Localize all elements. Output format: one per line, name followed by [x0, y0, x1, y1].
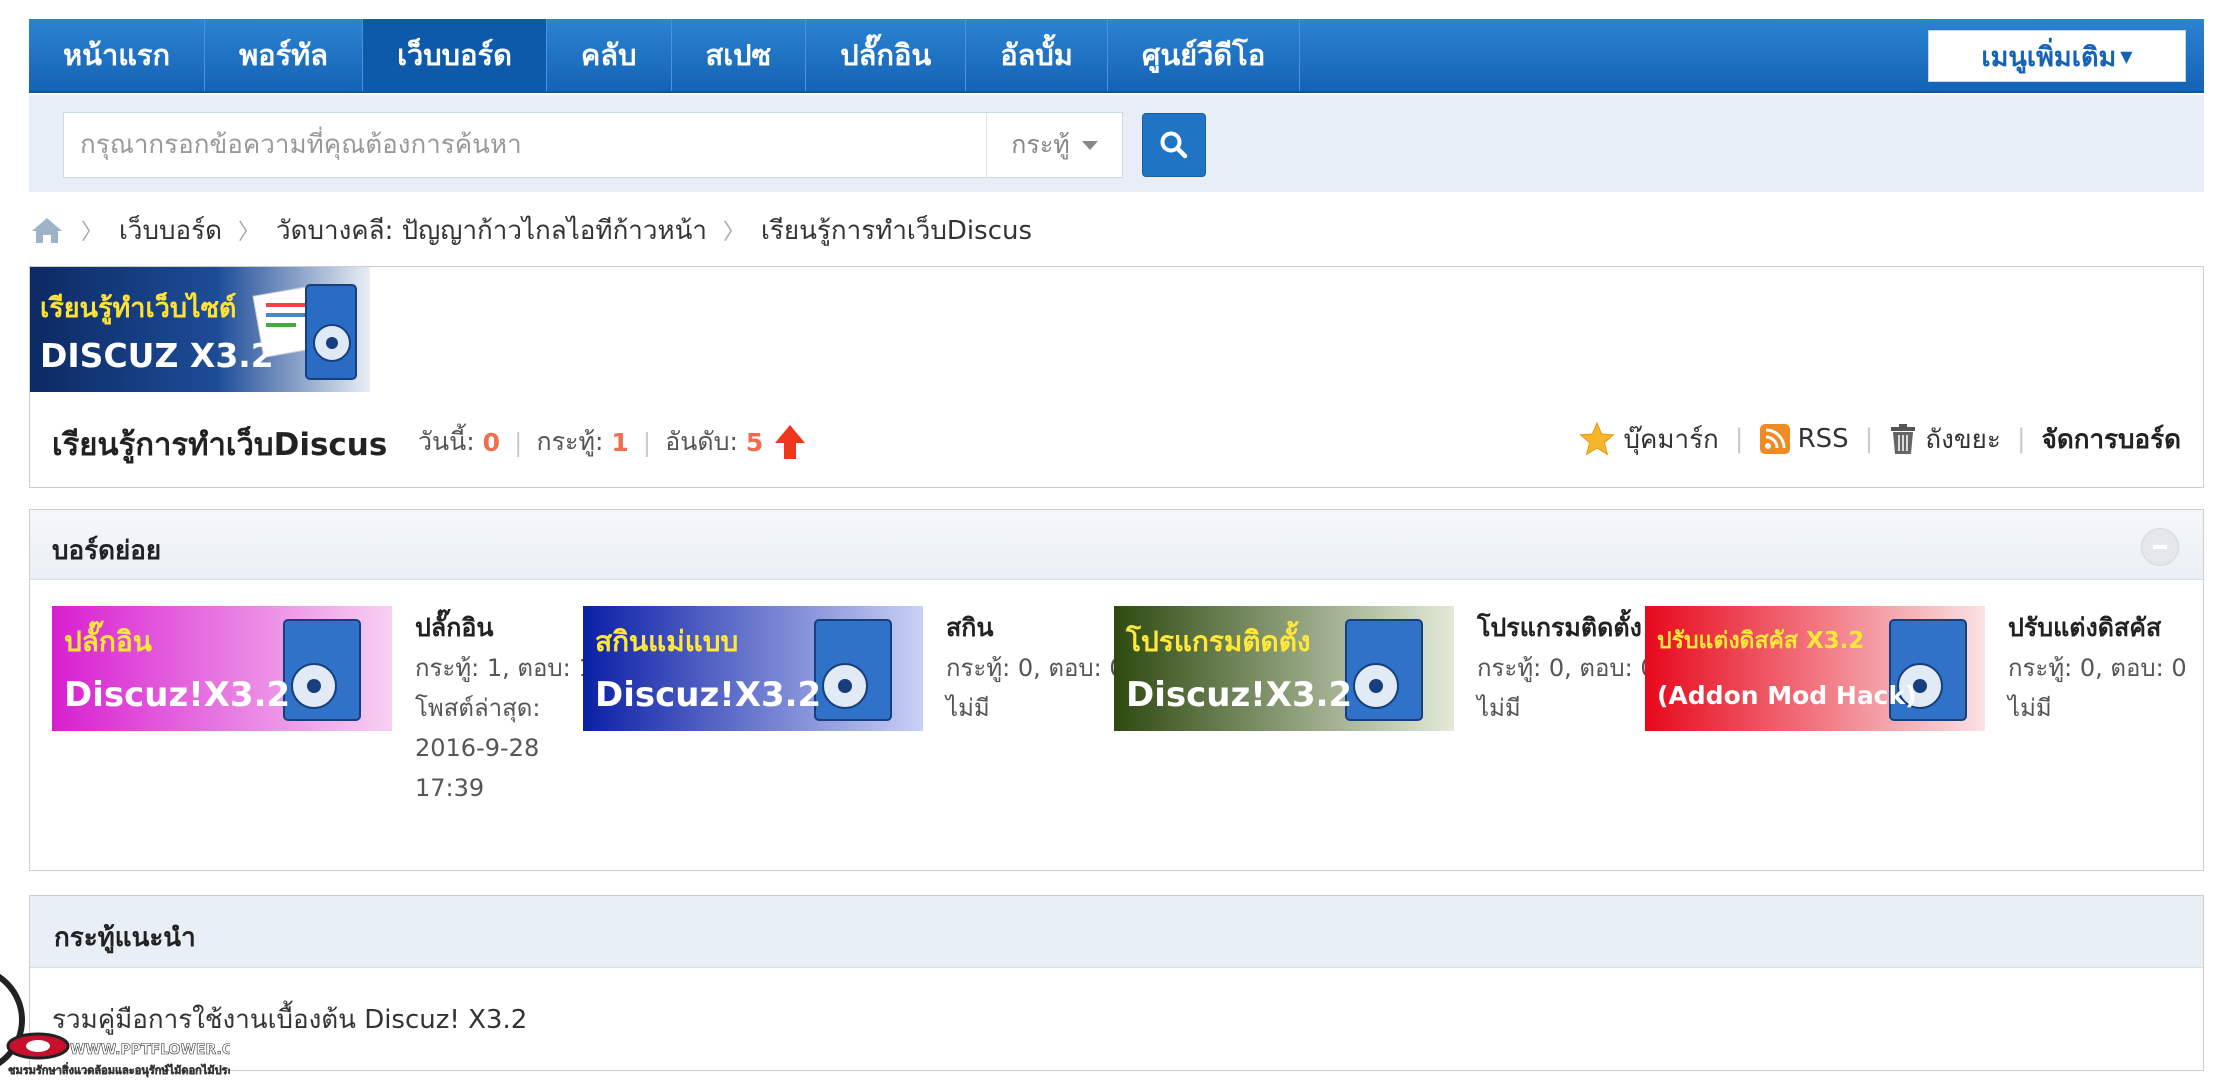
forum-actions: บุ๊คมาร์ก | RSS | ถังขยะ | จัดการบอร์ด: [1579, 417, 2181, 461]
trash-label: ถังขยะ: [1925, 424, 2001, 455]
watermark-url: WWW.PPTFLOWER.COM: [70, 1042, 230, 1058]
rank-label: อันดับ:: [665, 427, 738, 456]
trash-icon: [1891, 424, 1916, 454]
nav-item-plugin[interactable]: ปลั๊กอิน: [806, 19, 967, 91]
stat-divider: |: [514, 427, 523, 457]
more-menu-label: เมนูเพิ่มเติม: [1981, 41, 2117, 73]
site-watermark-logo: WWW.PPTFLOWER.COM ชมรมรักษาสิ่งแวดล้อมแล…: [0, 973, 230, 1078]
subboard-banner-subtitle: Discuz!X3.2: [595, 675, 821, 715]
minus-icon: [2153, 545, 2167, 549]
subboard-thumbnail[interactable]: ปลั๊กอิน Discuz!X3.2: [52, 606, 392, 731]
rss-label: RSS: [1797, 424, 1849, 454]
search-type-label: กระทู้: [1011, 130, 1070, 159]
subboard-banner-subtitle: Discuz!X3.2: [64, 675, 290, 715]
subboard-stats: กระทู้: 0, ตอบ: 0: [946, 654, 1125, 682]
threads-label: กระทู้:: [536, 427, 604, 456]
rank-up-arrow-icon: [775, 425, 806, 459]
recommended-panel: กระทู้แนะนำ รวมคู่มือการใช้งานเบื้องต้น …: [29, 895, 2204, 1071]
watermark-caption: ชมรมรักษาสิ่งแวดล้อมและอนุรักษ์ไม้ดอกไม้…: [8, 1062, 230, 1078]
star-icon: [1579, 422, 1616, 456]
today-count: 0: [482, 427, 501, 457]
subboards-header: บอร์ดย่อย: [30, 510, 2203, 580]
action-divider: |: [2016, 424, 2026, 454]
collapse-button[interactable]: [2141, 528, 2179, 566]
breadcrumb-separator: 〉: [723, 220, 746, 245]
forum-banner-line1: เรียนรู้ทำเว็บไซต์: [40, 290, 236, 325]
manage-board-link[interactable]: จัดการบอร์ด: [2042, 419, 2181, 460]
bookmark-button[interactable]: บุ๊คมาร์ก: [1579, 419, 1719, 460]
subboard-banner-title: โปรแกรมติดตั้ง: [1125, 620, 1311, 658]
threads-count: 1: [611, 427, 629, 457]
subboard-banner-title: ปรับแต่งดิสคัส X3.2: [1657, 628, 1864, 654]
breadcrumb-current[interactable]: เรียนรู้การทำเว็บDiscus: [761, 210, 1032, 251]
subboard-thumbnail[interactable]: โปรแกรมติดตั้ง Discuz!X3.2: [1114, 606, 1454, 731]
dropdown-arrow-icon: [1081, 140, 1098, 150]
subboard-banner-title: สกินแม่แบบ: [595, 625, 738, 658]
search-area: กระทู้: [29, 95, 2204, 192]
subboard-last-post: ไม่มี: [2008, 694, 2052, 722]
breadcrumb: 〉 เว็บบอร์ด 〉 วัดบางคลี: ปัญญาก้าวไกลไอท…: [29, 208, 1032, 252]
search-icon: [1160, 131, 1188, 159]
main-nav: หน้าแรก พอร์ทัล เว็บบอร์ด คลับ สเปซ ปลั๊…: [29, 19, 2204, 93]
nav-item-album[interactable]: อัลบั้ม: [966, 19, 1108, 91]
subboard-banner-title: ปลั๊กอิน: [64, 621, 152, 658]
recommended-header: กระทู้แนะนำ: [30, 896, 2203, 968]
breadcrumb-category[interactable]: วัดบางคลี: ปัญญาก้าวไกลไอทีก้าวหน้า: [276, 210, 707, 251]
more-menu-button[interactable]: เมนูเพิ่มเติม ▼: [1928, 30, 2186, 82]
rss-button[interactable]: RSS: [1759, 424, 1849, 454]
subboard-name[interactable]: ปรับแต่งดิสคัส: [2008, 608, 2188, 648]
breadcrumb-forum[interactable]: เว็บบอร์ด: [119, 210, 222, 251]
subboard-thumbnail[interactable]: สกินแม่แบบ Discuz!X3.2: [583, 606, 923, 731]
today-label: วันนี้:: [418, 427, 475, 456]
breadcrumb-separator: 〉: [81, 220, 104, 245]
action-divider: |: [1734, 424, 1744, 454]
nav-item-home[interactable]: หน้าแรก: [29, 19, 206, 91]
search-button[interactable]: [1142, 113, 1206, 177]
subboard-stats: กระทู้: 1, ตอบ: 1: [415, 654, 594, 682]
subboards-title: บอร์ดย่อย: [52, 536, 162, 566]
home-icon[interactable]: [29, 215, 65, 245]
bookmark-label: บุ๊คมาร์ก: [1623, 424, 1719, 455]
nav-item-video[interactable]: ศูนย์วีดีโอ: [1108, 19, 1301, 91]
action-divider: |: [1864, 424, 1874, 454]
subboard-info: ปลั๊กอิน กระทู้: 1, ตอบ: 1 โพสต์ล่าสุด: …: [415, 608, 595, 808]
rank-value: 5: [745, 427, 764, 457]
nav-item-club[interactable]: คลับ: [547, 19, 672, 91]
subboard-name[interactable]: โปรแกรมติดตั้ง: [1477, 608, 1657, 648]
forum-banner: เรียนรู้ทำเว็บไซต์ DISCUZ X3.2: [30, 267, 370, 392]
nav-item-space[interactable]: สเปซ: [672, 19, 807, 91]
subboards-panel: บอร์ดย่อย ปลั๊กอิน Discuz!X3.2 ปลั๊กอิน …: [29, 509, 2204, 871]
trash-button[interactable]: ถังขยะ: [1889, 419, 2001, 460]
breadcrumb-separator: 〉: [237, 220, 260, 245]
subboard-stats: กระทู้: 0, ตอบ: 0: [2008, 654, 2187, 682]
nav-item-portal[interactable]: พอร์ทัล: [205, 19, 364, 91]
subboard-stats: กระทู้: 0, ตอบ: 0: [1477, 654, 1656, 682]
search-input[interactable]: [64, 113, 986, 177]
subboard-info: ปรับแต่งดิสคัส กระทู้: 0, ตอบ: 0 ไม่มี: [2008, 608, 2188, 728]
subboard-name[interactable]: สกิน: [946, 608, 1126, 648]
subboard-banner-subtitle: (Addon Mod Hack): [1657, 681, 1917, 710]
forum-header: เรียนรู้ทำเว็บไซต์ DISCUZ X3.2 เรียนรู้ก…: [29, 266, 2204, 488]
subboard-info: โปรแกรมติดตั้ง กระทู้: 0, ตอบ: 0 ไม่มี: [1477, 608, 1657, 728]
subboard-thumbnail[interactable]: ปรับแต่งดิสคัส X3.2 (Addon Mod Hack): [1645, 606, 1985, 731]
caret-down-icon: ▼: [2120, 46, 2133, 66]
nav-item-forum[interactable]: เว็บบอร์ด: [363, 19, 547, 91]
forum-banner-line2: DISCUZ X3.2: [40, 336, 274, 375]
subboard-last-post: ไม่มี: [1477, 694, 1521, 722]
rss-icon: [1759, 424, 1790, 454]
subboard-last-post: ไม่มี: [946, 694, 990, 722]
nav-items: หน้าแรก พอร์ทัล เว็บบอร์ด คลับ สเปซ ปลั๊…: [29, 19, 1301, 91]
forum-stats: วันนี้: 0 | กระทู้: 1 | อันดับ: 5: [418, 422, 807, 462]
subboard-last-post: โพสต์ล่าสุด: 2016-9-28 17:39: [415, 694, 541, 802]
subboard-info: สกิน กระทู้: 0, ตอบ: 0 ไม่มี: [946, 608, 1126, 728]
stat-divider: |: [642, 427, 652, 457]
subboard-name[interactable]: ปลั๊กอิน: [415, 608, 595, 648]
search-box: กระทู้: [63, 112, 1123, 178]
subboard-banner-subtitle: Discuz!X3.2: [1126, 675, 1352, 715]
forum-title: เรียนรู้การทำเว็บDiscus: [52, 427, 388, 463]
search-type-select[interactable]: กระทู้: [986, 113, 1122, 177]
